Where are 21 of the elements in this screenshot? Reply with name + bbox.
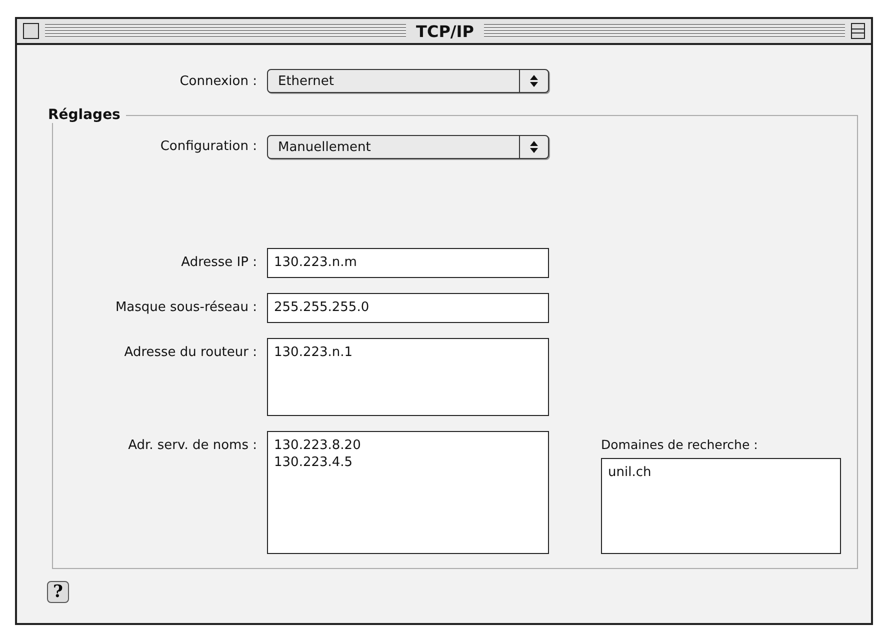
group-title: Réglages [48,107,122,123]
field-label: Adr. serv. de noms : [127,437,258,453]
up-down-arrows-icon [530,75,538,87]
field-label: Masque sous-réseau : [114,299,258,315]
connection-label: Connexion : [178,74,258,88]
text-field[interactable]: 130.223.8.20 130.223.4.5 [267,431,549,554]
collapse-box-icon[interactable] [851,23,865,39]
text-field[interactable]: 255.255.255.0 [267,293,549,323]
connection-popup[interactable]: Ethernet [267,69,549,93]
text-field[interactable]: 130.223.n.1 [267,338,549,416]
text-field[interactable]: 130.223.n.m [267,248,549,278]
field-label: Domaines de recherche : [601,437,759,452]
text-field[interactable]: unil.ch [601,458,841,554]
configuration-label: Configuration : [159,138,258,154]
configuration-popup[interactable]: Manuellement [267,135,549,159]
close-box[interactable] [23,23,39,39]
help-button[interactable]: ? [47,581,69,603]
field-label: Adresse IP : [180,254,258,270]
up-down-arrows-icon [530,141,538,153]
field-label: Adresse du routeur : [123,344,258,360]
window-title: TCP/IP [415,22,475,40]
